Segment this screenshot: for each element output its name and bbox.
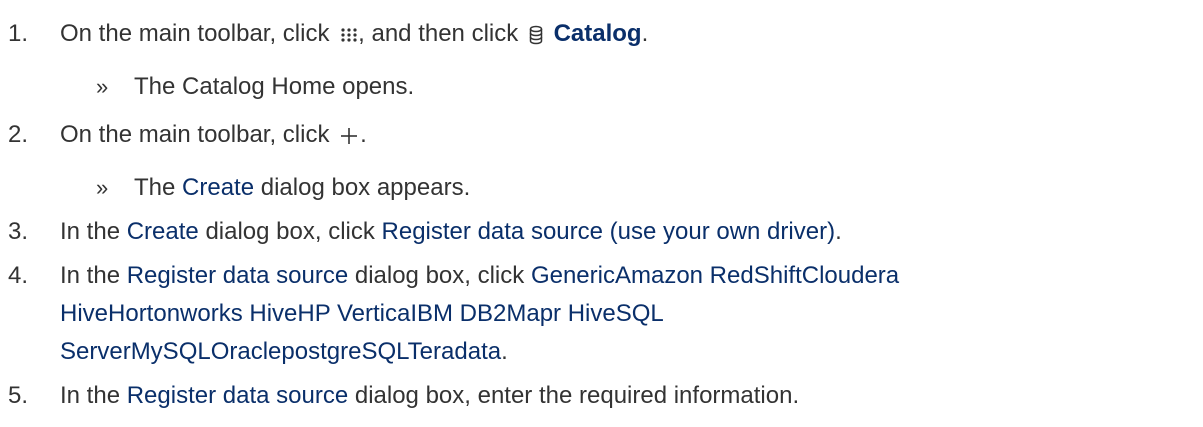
- apps-grid-icon: [340, 28, 358, 42]
- create-dialog-name: Create: [182, 174, 255, 201]
- step-4-text: In the Register data source dialog box, …: [60, 262, 900, 289]
- step-number: 5.: [8, 382, 29, 409]
- step-number: 1.: [8, 20, 29, 47]
- driver-options-line-2[interactable]: HiveHortonworks HiveHP VerticaIBM DB2Map…: [60, 296, 664, 332]
- register-data-source-option[interactable]: Register data source (use your own drive…: [382, 218, 836, 245]
- plus-icon: [340, 127, 358, 145]
- result-marker: »: [96, 175, 109, 200]
- database-icon: [529, 25, 543, 45]
- step-number: 4.: [8, 262, 29, 289]
- result-marker: »: [96, 74, 109, 99]
- step-5-text: In the Register data source dialog box, …: [60, 382, 800, 409]
- register-data-source-dialog-name: Register data source: [126, 262, 349, 289]
- register-data-source-dialog-name: Register data source: [126, 382, 349, 409]
- driver-options-line-3[interactable]: ServerMySQLOraclepostgreSQLTeradata: [60, 338, 501, 365]
- catalog-link[interactable]: Catalog: [554, 20, 642, 47]
- create-dialog-name: Create: [126, 218, 199, 245]
- step-number: 3.: [8, 218, 29, 245]
- step-2-text: On the main toolbar, click .: [60, 121, 367, 148]
- driver-options-line-1[interactable]: GenericAmazon RedShiftCloudera: [531, 262, 899, 289]
- step-1-text: On the main toolbar, click , and then cl…: [60, 20, 649, 47]
- step-number: 2.: [8, 121, 29, 148]
- step-3-text: In the Create dialog box, click Register…: [60, 218, 842, 245]
